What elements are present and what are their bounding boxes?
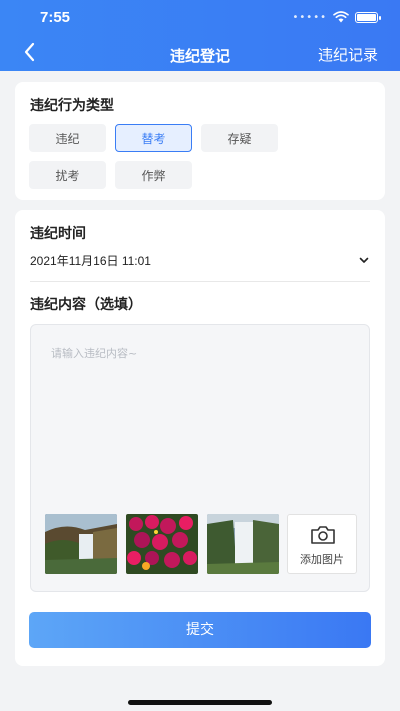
type-option-suspicious[interactable]: 存疑 [201, 124, 278, 152]
violation-time-value: 2021年11月16日 11:01 [30, 254, 151, 268]
home-indicator [128, 700, 272, 705]
chevron-down-icon [359, 257, 369, 263]
signal-icon: ••••• [292, 11, 327, 23]
status-bar: 7:55 ••••• [0, 0, 400, 36]
content-placeholder: 请输入违纪内容~ [51, 347, 138, 360]
attached-photo[interactable] [126, 514, 198, 574]
header: 7:55 ••••• 违纪登记 违纪记录 [0, 0, 400, 71]
violation-type-card: 违纪行为类型 违纪 替考 存疑 扰考 作弊 [15, 82, 385, 200]
violation-content-title: 违纪内容（选填） [30, 297, 142, 313]
violation-type-title: 违纪行为类型 [30, 98, 114, 114]
violation-time-title: 违纪时间 [30, 226, 86, 242]
violation-content-textarea[interactable]: 请输入违纪内容~ 添加图片 [30, 324, 370, 592]
camera-icon [311, 526, 335, 544]
type-option-disturbance[interactable]: 扰考 [29, 161, 106, 189]
submit-button[interactable]: 提交 [29, 612, 371, 648]
add-photo-label: 添加图片 [300, 553, 344, 566]
divider [30, 281, 370, 282]
violation-time-picker[interactable]: 2021年11月16日 11:01 [30, 252, 370, 274]
attached-photo[interactable] [207, 514, 279, 574]
violation-records-link[interactable]: 违纪记录 [318, 44, 378, 65]
wifi-icon [333, 11, 349, 23]
add-photo-button[interactable]: 添加图片 [287, 514, 357, 574]
type-option-violation[interactable]: 违纪 [29, 124, 106, 152]
status-icons: ••••• [292, 11, 381, 23]
violation-detail-card: 违纪时间 2021年11月16日 11:01 违纪内容（选填） 请输入违纪内容~ [15, 210, 385, 666]
battery-icon [355, 11, 381, 23]
type-option-cheating[interactable]: 作弊 [115, 161, 192, 189]
attached-photo[interactable] [45, 514, 117, 574]
status-time: 7:55 [40, 9, 71, 26]
type-option-substitute[interactable]: 替考 [115, 124, 192, 152]
